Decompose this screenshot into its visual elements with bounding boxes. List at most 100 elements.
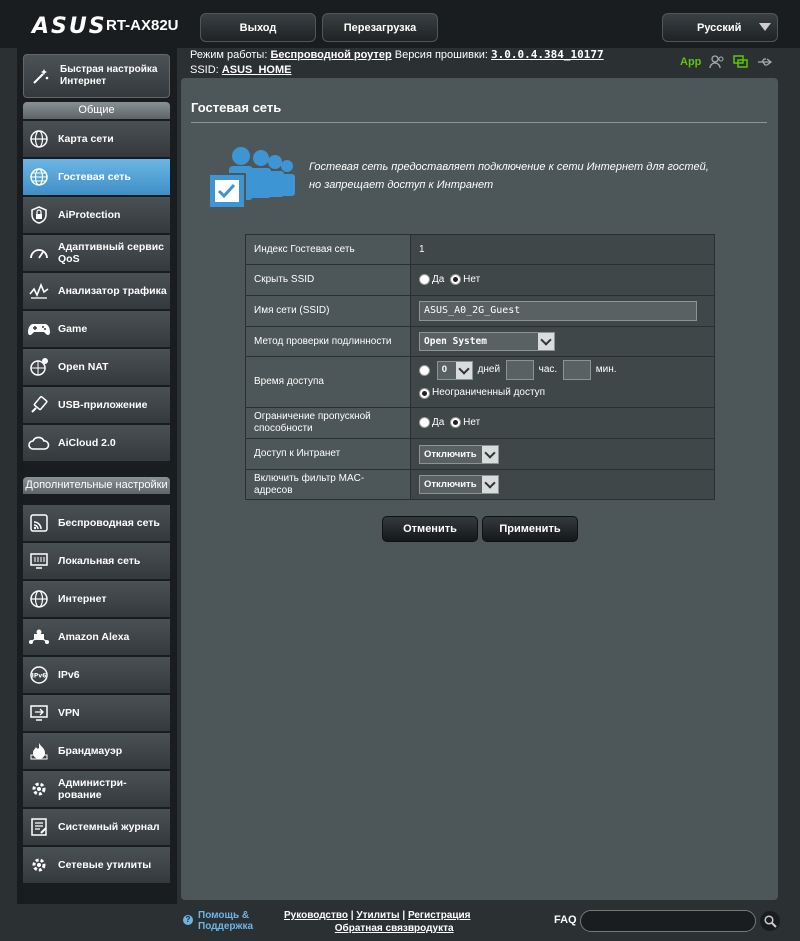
sidebar-item-label: IPv6 [58, 669, 80, 681]
quick-setup-label: Быстрая настройка Интернет [60, 64, 158, 87]
help-support-link[interactable]: ? Помощь & Поддержка [183, 910, 262, 932]
sidebar-item-system-log[interactable]: Системный журнал [23, 809, 170, 846]
unlimited-access-radio[interactable] [419, 387, 430, 399]
sidebar-item-open-nat[interactable]: Open NAT [23, 349, 170, 386]
form-row-bandwidth: Ограничение пропускной способности Да Не… [245, 407, 715, 439]
firmware-link[interactable]: 3.0.0.4.384_10177 [491, 48, 604, 61]
auth-method-label: Метод проверки подлинности [245, 326, 411, 357]
bandwidth-yes-radio[interactable] [419, 417, 430, 429]
form-row-ssid: Имя сети (SSID) ASUS_A0_2G_Guest [245, 295, 715, 327]
manual-link[interactable]: Руководство [284, 910, 348, 921]
sidebar-item-aicloud[interactable]: AiCloud 2.0 [23, 425, 170, 462]
utilities-link[interactable]: Утилиты [356, 910, 399, 921]
auth-method-select[interactable]: Open System [419, 332, 555, 351]
sidebar-item-network-map[interactable]: Карта сети [23, 121, 170, 158]
mac-filter-label: Включить фильтр MAC-адресов [245, 469, 411, 500]
usb-icon[interactable] [757, 56, 773, 68]
sidebar-item-label: Анализатор трафика [58, 285, 167, 297]
ssid-name-input[interactable]: ASUS_A0_2G_Guest [419, 301, 697, 321]
mac-filter-select[interactable]: Отключить [419, 475, 499, 494]
sidebar-item-game[interactable]: Game [23, 311, 170, 348]
sidebar-item-label: AiCloud 2.0 [58, 437, 116, 449]
sidebar-item-aiprotection[interactable]: AiProtection [23, 197, 170, 234]
vpn-icon [28, 702, 50, 724]
internet-icon [28, 588, 50, 610]
title-divider [191, 122, 767, 123]
quick-setup-button[interactable]: Быстрая настройка Интернет [23, 54, 170, 98]
sidebar-item-alexa[interactable]: Amazon Alexa [23, 619, 170, 656]
ssid-status: SSID: ASUS_HOME [190, 64, 291, 76]
help-icon: ? [183, 915, 193, 925]
sidebar-item-label: Беспроводная сеть [58, 517, 160, 529]
sidebar-item-vpn[interactable]: VPN [23, 695, 170, 732]
aicloud-icon [28, 432, 50, 454]
days-select[interactable]: 0 [436, 360, 473, 380]
logout-button[interactable]: Выход [200, 13, 316, 42]
language-select[interactable]: Русский [662, 13, 778, 42]
reboot-button[interactable]: Перезагрузка [322, 13, 438, 42]
search-icon[interactable] [760, 911, 780, 931]
faq-search-input[interactable] [580, 910, 756, 932]
days-label: дней [477, 364, 501, 376]
system-log-icon [28, 816, 50, 838]
chevron-down-icon [538, 333, 554, 350]
cancel-button[interactable]: Отменить [382, 516, 478, 542]
router-model: RT-AX82U [106, 17, 179, 34]
registration-link[interactable]: Регистрация продукта [408, 909, 474, 935]
lan-icon [28, 550, 50, 572]
sidebar-item-firewall[interactable]: Брандмауэр [23, 733, 170, 770]
guest-network-form: Индекс Гостевая сеть 1 Скрыть SSID Да Не… [245, 234, 715, 500]
ssid-link[interactable]: ASUS_HOME [222, 64, 292, 76]
sidebar-item-label: Гостевая сеть [58, 171, 131, 183]
sidebar-item-label: VPN [58, 707, 80, 719]
index-label: Индекс Гостевая сеть [245, 234, 411, 265]
sidebar-item-wireless[interactable]: Беспроводная сеть [23, 505, 170, 542]
sidebar-item-label: USB-приложение [58, 399, 148, 411]
bandwidth-no-radio[interactable] [450, 417, 462, 429]
sidebar-item-traffic-analyzer[interactable]: Анализатор трафика [23, 273, 170, 310]
minutes-input[interactable] [562, 360, 591, 381]
form-row-mac-filter: Включить фильтр MAC-адресов Отключить [245, 469, 715, 500]
faq-label: FAQ [554, 914, 577, 926]
minutes-label: мин. [595, 364, 617, 376]
app-link[interactable]: App [680, 56, 701, 68]
hide-ssid-options: Да Нет [410, 264, 715, 296]
sidebar-item-network-tools[interactable]: Сетевые утилиты [23, 847, 170, 884]
general-section-header: Общие [23, 102, 170, 119]
sidebar-item-internet[interactable]: Интернет [23, 581, 170, 618]
qos-icon [28, 242, 50, 264]
chevron-down-icon [482, 476, 498, 493]
game-icon [28, 318, 50, 340]
sidebar-item-ipv6[interactable]: IPv6 IPv6 [23, 657, 170, 694]
clients-icon[interactable] [709, 55, 725, 69]
feedback-link[interactable]: Обратная связь [335, 923, 414, 934]
footer-links: Руководство | Утилиты | Регистрация прод… [284, 909, 474, 935]
traffic-analyzer-icon [28, 280, 50, 302]
sidebar-item-label: Карта сети [58, 133, 114, 145]
chevron-down-icon [455, 361, 472, 379]
form-row-hide-ssid: Скрыть SSID Да Нет [245, 264, 715, 296]
firewall-icon [28, 740, 50, 762]
guest-users-icon [208, 147, 295, 209]
sidebar-item-label: Локальная сеть [58, 555, 141, 567]
hide-ssid-yes-radio[interactable] [419, 274, 430, 286]
sidebar: Быстрая настройка Интернет Общие Карта с… [17, 48, 177, 908]
firmware-label: Версия прошивки: [394, 49, 488, 61]
form-row-index: Индекс Гостевая сеть 1 [245, 234, 715, 265]
form-row-intranet: Доступ к Интранет Отключить [245, 438, 715, 470]
status-icons: App [680, 55, 773, 69]
limited-access-radio[interactable] [419, 364, 430, 376]
sidebar-item-lan[interactable]: Локальная сеть [23, 543, 170, 580]
mode-link[interactable]: Беспроводной роутер [270, 49, 391, 61]
hide-ssid-no-radio[interactable] [450, 274, 462, 286]
open-nat-icon [28, 356, 50, 378]
sidebar-item-guest-network[interactable]: Гостевая сеть [23, 159, 170, 196]
network-status-icon[interactable] [733, 55, 749, 69]
sidebar-item-qos[interactable]: Адаптивный сервис QoS [23, 235, 170, 272]
yes-label: Да [432, 274, 445, 286]
hours-input[interactable] [505, 360, 534, 381]
apply-button[interactable]: Применить [482, 516, 578, 542]
sidebar-item-administration[interactable]: Администри-рование [23, 771, 170, 808]
sidebar-item-usb-app[interactable]: USB-приложение [23, 387, 170, 424]
intranet-access-select[interactable]: Отключить [419, 444, 499, 464]
